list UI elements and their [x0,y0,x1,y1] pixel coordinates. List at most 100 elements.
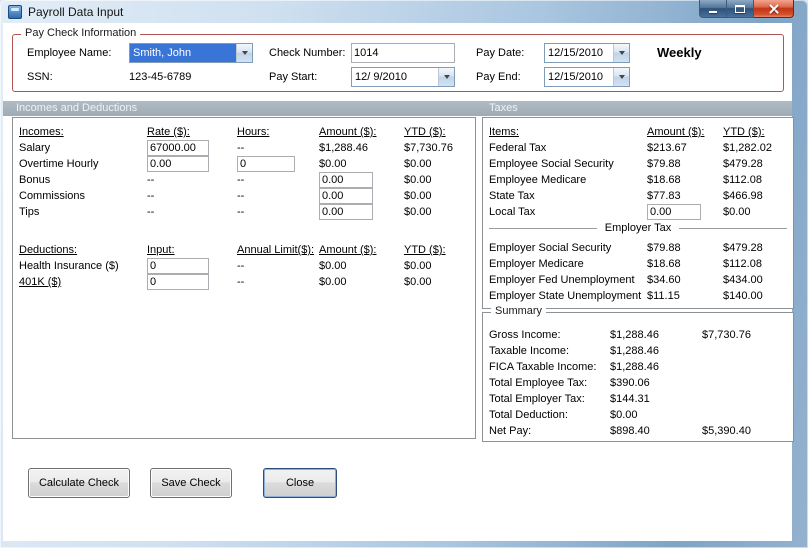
check-number-input[interactable] [351,43,455,63]
ytd-cell: $1,282.02 [723,142,772,154]
deductions-header-row: Deductions: Input: Annual Limit($): Amou… [19,242,469,258]
overtime-rate-input[interactable] [147,156,209,172]
pay-start-dropdown-button[interactable] [438,68,454,86]
app-icon [8,4,22,19]
employee-name-dropdown-button[interactable] [236,44,252,62]
hours-cell: -- [237,174,245,186]
ytd-col-header: YTD ($): [404,126,446,138]
401k-link[interactable]: 401K ($) [19,274,147,290]
bonus-amount-input[interactable] [319,172,373,188]
ytd-cell [702,359,787,375]
ytd-cell: $0.00 [723,206,751,218]
amount-cell: $77.83 [647,190,681,202]
summary-panel: Summary Gross Income: $1,288.46 $7,730.7… [482,305,794,442]
ytd-cell: $0.00 [404,260,432,272]
close-button[interactable] [754,0,794,18]
salary-rate-input[interactable] [147,140,209,156]
pay-date-dropdown-button[interactable] [613,44,629,62]
summary-row-total-employee-tax: Total Employee Tax: $390.06 [489,375,787,391]
income-row-tips: Tips -- -- $0.00 [19,204,469,220]
amount-cell: $79.88 [647,158,681,170]
titlebar[interactable]: Payroll Data Input [0,0,808,23]
ssn-label: SSN: [27,71,53,83]
health-insurance-input[interactable] [147,258,209,274]
incomes-deductions-panel: Incomes: Rate ($): Hours: Amount ($): YT… [12,117,476,439]
income-row-bonus: Bonus -- -- $0.00 [19,172,469,188]
amount-cell: $144.31 [610,393,650,405]
hours-cell: -- [237,142,245,154]
pay-date-value: 12/15/2010 [548,47,604,59]
401k-input[interactable] [147,274,209,290]
hours-cell: -- [237,190,245,202]
tax-row-employer-ss: Employer Social Security $79.88 $479.28 [489,240,787,256]
tax-label: Federal Tax [489,142,547,154]
tips-amount-input[interactable] [319,204,373,220]
amount-cell: $898.40 [610,425,650,437]
summary-label: Gross Income: [489,329,561,341]
income-row-overtime: Overtime Hourly $0.00 $0.00 [19,156,469,172]
amount-cell: $0.00 [319,276,347,288]
income-label: Commissions [19,190,86,202]
income-row-salary: Salary -- $1,288.46 $7,730.76 [19,140,469,156]
summary-label: Total Deduction: [489,409,568,421]
caption-buttons [699,0,794,18]
overtime-hours-input[interactable] [237,156,295,172]
pay-end-dropdown-button[interactable] [613,68,629,86]
minimize-button[interactable] [699,0,727,18]
tax-label: Employee Social Security [489,158,614,170]
chevron-down-icon [618,51,625,55]
ytd-cell: $112.08 [723,258,762,270]
summary-label: Taxable Income: [489,345,570,357]
tax-label: Employee Medicare [489,174,587,186]
amount-cell: $34.60 [647,274,681,286]
employee-name-label: Employee Name: [27,47,112,59]
tax-label: Employer State Unemployment [489,290,642,302]
ytd-cell: $5,390.40 [702,425,751,437]
tax-row-local: Local Tax $0.00 [489,204,787,220]
employee-name-combobox[interactable]: Smith, John [129,43,253,63]
pay-date-label: Pay Date: [476,47,525,59]
ytd-cell [702,375,787,391]
income-row-commissions: Commissions -- -- $0.00 [19,188,469,204]
amount-col-header: Amount ($): [319,244,377,256]
amount-cell: $0.00 [319,260,347,272]
commissions-amount-input[interactable] [319,188,373,204]
employee-name-value: Smith, John [130,44,236,62]
calculate-check-button[interactable]: Calculate Check [28,468,130,498]
deductions-table: Deductions: Input: Annual Limit($): Amou… [19,242,469,290]
ytd-cell: $140.00 [723,290,763,302]
ytd-cell: $479.28 [723,242,763,254]
taxes-table: Items: Amount ($): YTD ($): Federal Tax … [489,124,787,220]
pay-end-picker[interactable]: 12/15/2010 [544,67,630,87]
ytd-cell: $7,730.76 [404,142,453,154]
incomes-header-row: Incomes: Rate ($): Hours: Amount ($): YT… [19,124,469,140]
input-col-header: Input: [147,244,175,256]
maximize-button[interactable] [727,0,754,18]
ytd-cell: $7,730.76 [702,329,751,341]
deductions-col-header: Deductions: [19,244,78,256]
summary-row-gross: Gross Income: $1,288.46 $7,730.76 [489,327,787,343]
ytd-cell [702,407,787,423]
incomes-table: Incomes: Rate ($): Hours: Amount ($): YT… [19,124,469,220]
pay-end-value: 12/15/2010 [548,71,604,83]
ytd-cell: $0.00 [404,206,432,218]
rate-cell: -- [147,206,155,218]
ytd-cell: $434.00 [723,274,763,286]
summary-row-total-deduction: Total Deduction: $0.00 [489,407,787,423]
amount-cell: $1,288.46 [610,329,659,341]
pay-date-picker[interactable]: 12/15/2010 [544,43,630,63]
maximize-icon [735,4,745,13]
paycheck-info-group-title: Pay Check Information [21,27,141,39]
income-label: Salary [19,142,51,154]
local-tax-input[interactable] [647,204,701,220]
close-dialog-button[interactable]: Close [263,468,337,498]
rate-cell: -- [147,190,155,202]
pay-start-picker[interactable]: 12/ 9/2010 [351,67,455,87]
incomes-deductions-section-label: Incomes and Deductions [16,102,138,114]
ytd-cell: $0.00 [404,174,432,186]
save-check-button[interactable]: Save Check [150,468,232,498]
chevron-down-icon [618,75,625,79]
amount-cell: $1,288.46 [319,142,368,154]
employer-tax-header: Employer Tax [604,222,672,234]
section-header-bar: Incomes and Deductions Taxes [3,101,792,116]
